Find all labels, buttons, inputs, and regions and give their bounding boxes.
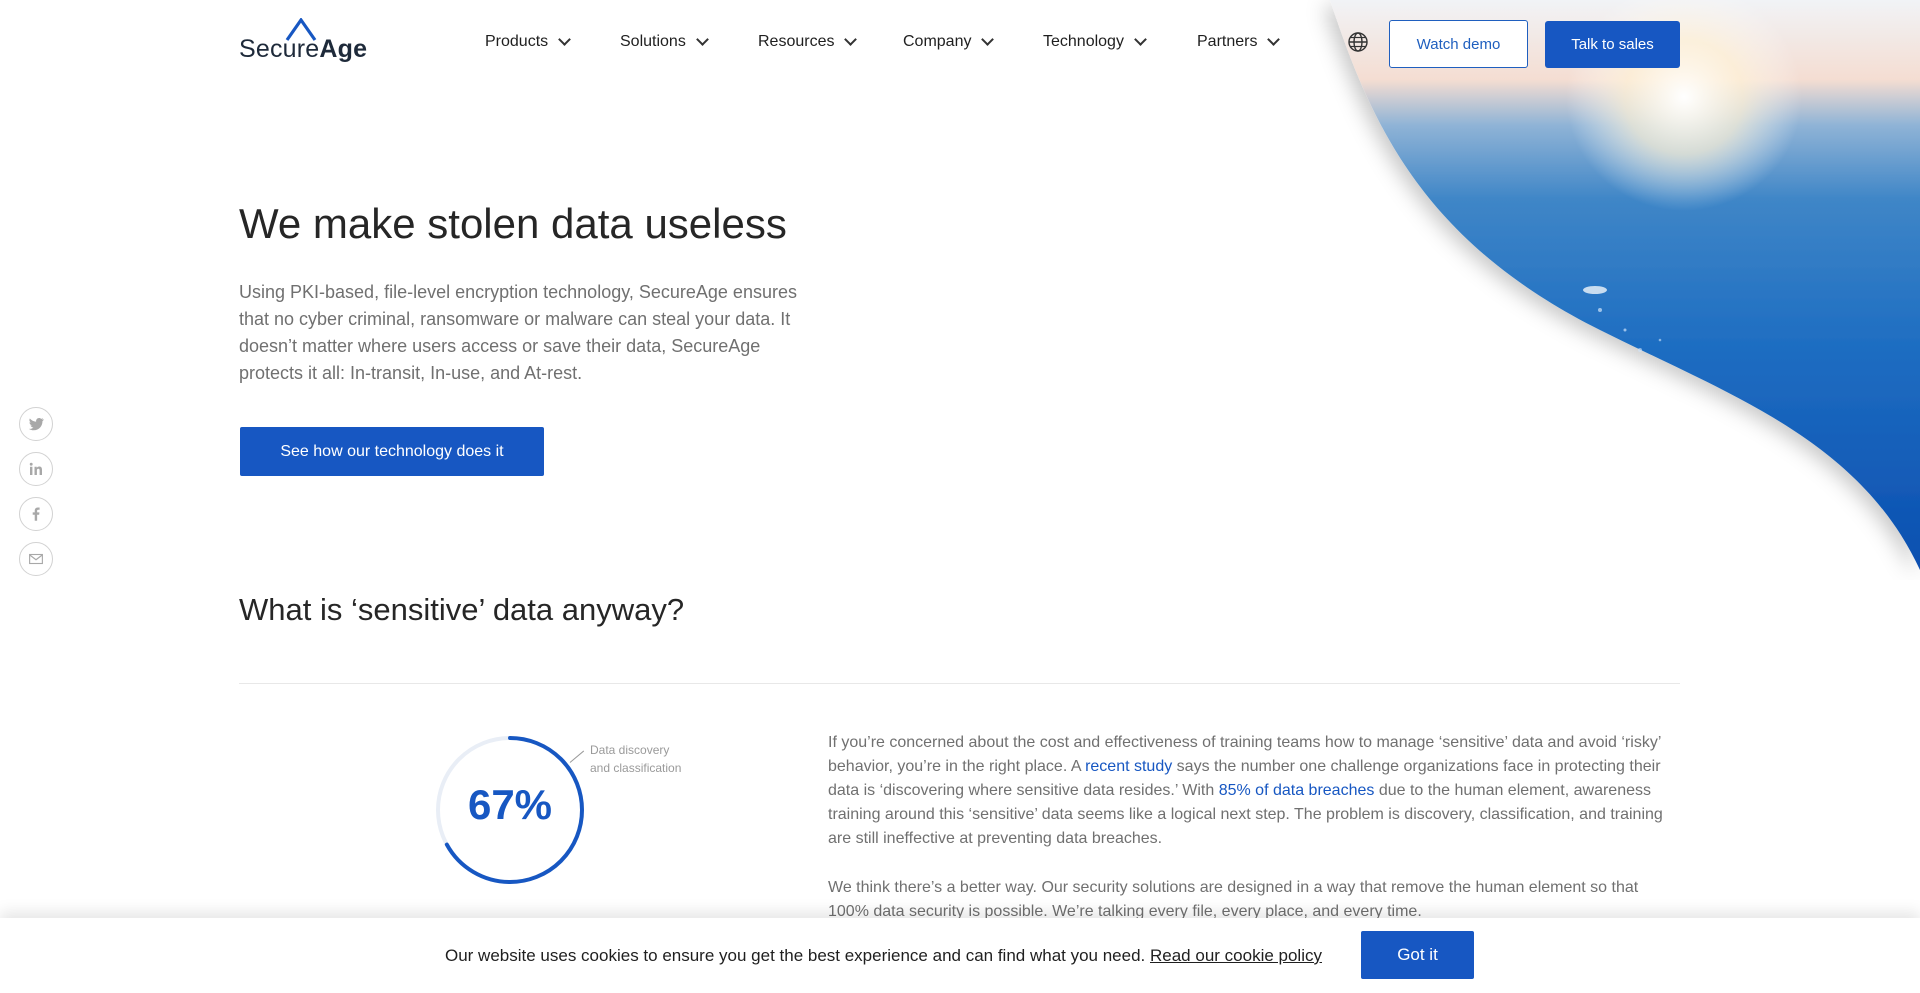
stat-label: Data discovery and classification <box>590 741 710 777</box>
email-share-button[interactable] <box>19 542 53 576</box>
cookie-banner: Our website uses cookies to ensure you g… <box>0 918 1920 993</box>
linkedin-share-button[interactable] <box>19 452 53 486</box>
secureage-logo[interactable]: SecureAge <box>239 18 367 63</box>
site-header: SecureAge Products Solutions Resources C… <box>0 0 1920 90</box>
nav-resources[interactable]: Resources <box>758 33 858 51</box>
nav-solutions[interactable]: Solutions <box>620 33 709 51</box>
talk-to-sales-button[interactable]: Talk to sales <box>1545 21 1680 68</box>
hero-title: We make stolen data useless <box>239 200 787 247</box>
logo-wordmark: SecureAge <box>239 35 368 63</box>
section-paragraph-1: If you’re concerned about the cost and e… <box>828 731 1678 851</box>
globe-icon[interactable] <box>1347 31 1369 53</box>
section-title: What is ‘sensitive’ data anyway? <box>239 592 685 627</box>
watch-demo-button[interactable]: Watch demo <box>1389 20 1528 68</box>
recent-study-link[interactable]: recent study <box>1085 758 1172 775</box>
facebook-share-button[interactable] <box>19 497 53 531</box>
chevron-down-icon <box>981 33 995 46</box>
cookie-accept-button[interactable]: Got it <box>1361 931 1474 979</box>
chevron-down-icon <box>695 33 709 46</box>
nav-label: Products <box>485 33 549 50</box>
twitter-share-button[interactable] <box>19 407 53 441</box>
cookie-text: Our website uses cookies to ensure you g… <box>445 946 1150 965</box>
nav-label: Solutions <box>620 33 686 50</box>
data-breaches-link[interactable]: 85% of data breaches <box>1219 782 1375 799</box>
chevron-down-icon <box>844 33 858 46</box>
twitter-icon <box>28 418 44 431</box>
facebook-icon <box>32 507 40 521</box>
nav-company[interactable]: Company <box>903 33 995 51</box>
hero-description: Using PKI-based, file-level encryption t… <box>239 282 797 383</box>
nav-products[interactable]: Products <box>485 33 572 51</box>
chevron-down-icon <box>558 33 572 46</box>
nav-label: Technology <box>1043 33 1124 50</box>
stat-value: 67% <box>467 781 553 828</box>
nav-technology[interactable]: Technology <box>1043 33 1147 51</box>
stat-label-line2: and classification <box>590 761 682 775</box>
cookie-policy-link[interactable]: Read our cookie policy <box>1150 946 1322 965</box>
chevron-down-icon <box>1267 33 1281 46</box>
see-technology-button[interactable]: See how our technology does it <box>240 427 544 476</box>
nav-partners[interactable]: Partners <box>1197 33 1281 51</box>
nav-label: Partners <box>1197 33 1258 50</box>
section-divider <box>239 683 1680 684</box>
cookie-message: Our website uses cookies to ensure you g… <box>445 946 1322 966</box>
stat-label-line1: Data discovery <box>590 743 670 757</box>
section-paragraph-2: We think there’s a better way. Our secur… <box>828 879 1639 920</box>
nav-label: Resources <box>758 33 835 50</box>
chevron-down-icon <box>1134 33 1147 46</box>
nav-label: Company <box>903 33 972 50</box>
linkedin-icon <box>29 462 42 475</box>
email-icon <box>29 553 43 565</box>
